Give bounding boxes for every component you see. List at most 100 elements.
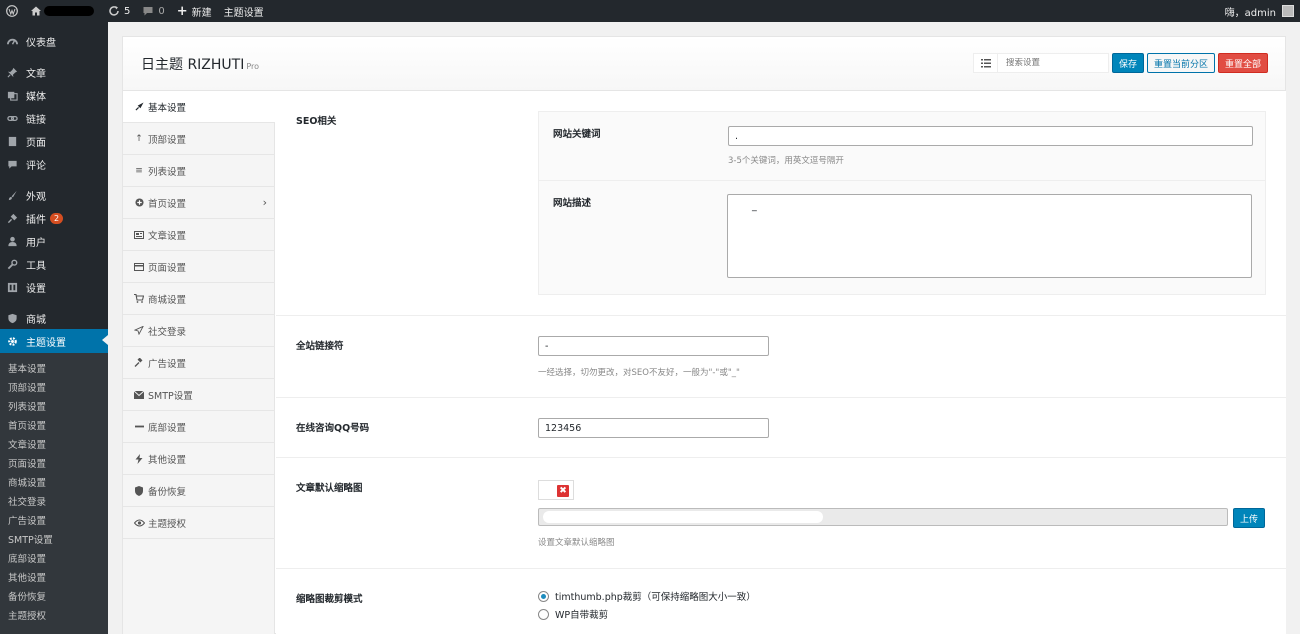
reset-section-button[interactable]: 重置当前分区 <box>1147 53 1215 73</box>
qq-row: 在线咨询QQ号码 123456 <box>276 398 1286 458</box>
separator-desc: 一经选择，切勿更改，对SEO不友好，一般为"-"或"_" <box>538 368 740 378</box>
theme-name: 日主题 RIZHUTI <box>141 57 245 73</box>
separator-label: 全站链接符 <box>296 341 344 352</box>
menu-media[interactable]: 媒体 <box>0 84 108 106</box>
section-nav: 基本设置 ↑ 顶部设置 ≡ 列表设置 首页设置 › 文章设置 页面设置 商城设置 <box>123 91 275 634</box>
crop-option-timthumb[interactable]: timthumb.php裁剪（可保持缩略图大小一致） <box>538 589 756 603</box>
menu-posts[interactable]: 文章 <box>0 61 108 83</box>
menu-appearance[interactable]: 外观 <box>0 184 108 206</box>
qq-label: 在线咨询QQ号码 <box>296 423 370 434</box>
separator-input[interactable]: - <box>538 336 769 356</box>
reset-all-button[interactable]: 重置全部 <box>1218 53 1268 73</box>
avatar <box>1282 5 1294 17</box>
arrow-up-icon: ↑ <box>135 133 143 144</box>
menu-theme-settings[interactable]: 主题设置 <box>0 329 108 353</box>
submenu-item[interactable]: 备份恢复 <box>8 589 46 603</box>
section-ads[interactable]: 广告设置 <box>123 347 275 379</box>
menu-label: 商城 <box>26 314 46 326</box>
gear-icon <box>6 335 18 347</box>
submenu-item[interactable]: 社交登录 <box>8 494 46 508</box>
submenu-item[interactable]: 商城设置 <box>8 475 46 489</box>
wp-logo-link[interactable] <box>0 0 24 22</box>
comment-icon <box>143 7 153 16</box>
menu-label: 媒体 <box>26 91 46 103</box>
greeting: 嗨，admin <box>1224 7 1276 19</box>
menu-settings[interactable]: 设置 <box>0 276 108 298</box>
section-label: 商城设置 <box>148 294 187 306</box>
menu-tools[interactable]: 工具 <box>0 253 108 275</box>
list-icon[interactable] <box>974 54 998 72</box>
qq-input[interactable]: 123456 <box>538 418 769 438</box>
plugin-icon <box>6 212 18 224</box>
submenu-item[interactable]: 列表设置 <box>8 399 46 413</box>
save-button[interactable]: 保存 <box>1112 53 1144 73</box>
section-list[interactable]: ≡ 列表设置 <box>123 155 275 187</box>
menu-label: 页面 <box>26 137 46 149</box>
submenu-item[interactable]: 其他设置 <box>8 570 46 584</box>
theme-settings-link[interactable]: 主题设置 <box>218 0 270 22</box>
section-other[interactable]: 其他设置 <box>123 443 275 475</box>
menu-label: 评论 <box>26 160 46 172</box>
thumbnail-url-input[interactable] <box>538 508 1228 526</box>
section-license[interactable]: 主题授权 <box>123 507 275 539</box>
section-smtp[interactable]: SMTP设置 <box>123 379 275 411</box>
submenu-item[interactable]: 基本设置 <box>8 361 46 375</box>
crop-option-wp[interactable]: WP自带裁剪 <box>538 607 608 621</box>
section-footer[interactable]: 底部设置 <box>123 411 275 443</box>
my-account[interactable]: 嗨，admin <box>1225 4 1300 19</box>
section-post[interactable]: 文章设置 <box>123 219 275 251</box>
updates-link[interactable]: 5 <box>102 0 136 22</box>
submenu-item[interactable]: 主题授权 <box>8 608 46 622</box>
section-label: 备份恢复 <box>148 486 187 498</box>
new-content-link[interactable]: + 新建 <box>171 0 218 22</box>
remove-thumbnail-icon[interactable]: ✖ <box>557 485 569 497</box>
submenu-item[interactable]: 文章设置 <box>8 437 46 451</box>
submenu-item[interactable]: 页面设置 <box>8 456 46 470</box>
submenu-item[interactable]: 顶部设置 <box>8 380 46 394</box>
home-icon <box>31 6 41 16</box>
menu-plugins[interactable]: 插件 2 <box>0 207 108 229</box>
submenu-item[interactable]: 首页设置 <box>8 418 46 432</box>
comments-link[interactable]: 0 <box>136 0 170 22</box>
menu-label: 用户 <box>26 237 46 249</box>
submenu-item[interactable]: 广告设置 <box>8 513 46 527</box>
section-label: 文章设置 <box>148 230 187 242</box>
user-icon <box>6 235 18 247</box>
menu-users[interactable]: 用户 <box>0 230 108 252</box>
plus-icon: + <box>176 3 188 19</box>
separator-row: 全站链接符 - 一经选择，切勿更改，对SEO不友好，一般为"-"或"_" <box>276 316 1286 398</box>
submenu-item[interactable]: 底部设置 <box>8 551 46 565</box>
menu-shop[interactable]: 商城 <box>0 307 108 329</box>
section-shop[interactable]: 商城设置 <box>123 283 275 315</box>
shield-icon <box>133 485 145 496</box>
theme-settings-submenu: 基本设置 顶部设置 列表设置 首页设置 文章设置 页面设置 商城设置 社交登录 … <box>0 353 108 634</box>
section-basic[interactable]: 基本设置 <box>123 91 275 123</box>
search-input[interactable] <box>998 58 1098 68</box>
envelope-icon <box>133 390 145 399</box>
menu-links[interactable]: 链接 <box>0 107 108 129</box>
section-backup[interactable]: 备份恢复 <box>123 475 275 507</box>
menu-comments[interactable]: 评论 <box>0 153 108 175</box>
section-home[interactable]: 首页设置 › <box>123 187 275 219</box>
keywords-input[interactable]: . <box>728 126 1253 146</box>
shield-icon <box>6 312 18 324</box>
menu-pages[interactable]: 页面 <box>0 130 108 152</box>
description-textarea[interactable]: _ <box>727 194 1252 278</box>
section-page[interactable]: 页面设置 <box>123 251 275 283</box>
submenu-item[interactable]: SMTP设置 <box>8 532 53 546</box>
section-label: 列表设置 <box>148 166 187 178</box>
section-label: 首页设置 <box>148 198 187 210</box>
media-icon <box>6 89 18 101</box>
section-top[interactable]: ↑ 顶部设置 <box>123 123 275 155</box>
section-label: 页面设置 <box>148 262 187 274</box>
menu-label: 链接 <box>26 114 46 126</box>
description-field: 网站描述 _ <box>539 180 1265 294</box>
keywords-field: 网站关键词 . 3-5个关键词，用英文逗号隔开 <box>539 112 1265 180</box>
section-social[interactable]: 社交登录 <box>123 315 275 347</box>
menu-label: 仪表盘 <box>26 37 56 49</box>
section-label: 底部设置 <box>148 422 187 434</box>
menu-dashboard[interactable]: 仪表盘 <box>0 30 108 52</box>
upload-button[interactable]: 上传 <box>1233 508 1265 528</box>
site-name-link[interactable] <box>24 0 102 22</box>
thumbnail-label: 文章默认缩略图 <box>296 483 363 494</box>
